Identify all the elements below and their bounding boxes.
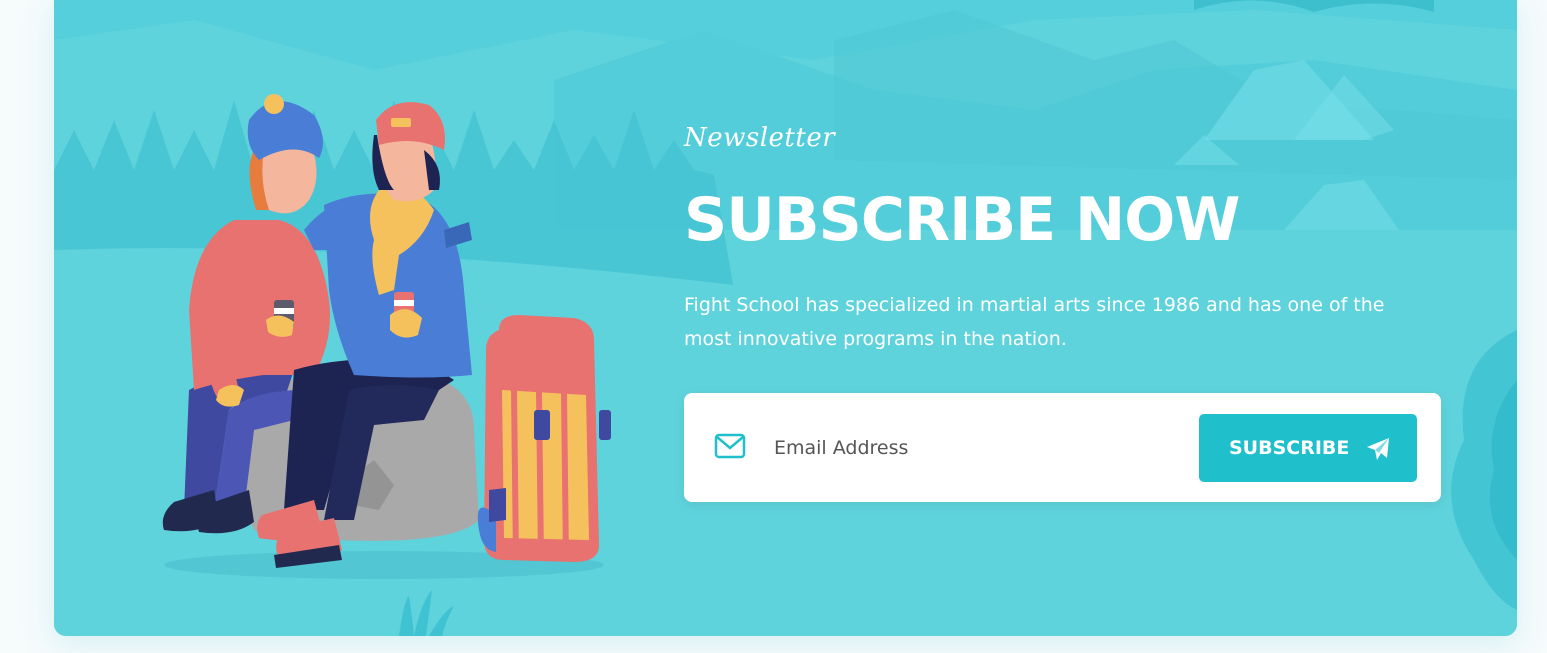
subscribe-button-label: SUBSCRIBE	[1229, 437, 1350, 459]
mail-icon	[714, 433, 746, 459]
subscribe-form: SUBSCRIBE	[684, 393, 1441, 502]
newsletter-section: Newsletter SUBSCRIBE NOW Fight School ha…	[54, 0, 1517, 636]
hikers-illustration	[162, 94, 611, 579]
newsletter-content: Newsletter SUBSCRIBE NOW Fight School ha…	[684, 118, 1444, 356]
section-title: SUBSCRIBE NOW	[684, 185, 1240, 255]
section-description: Fight School has specialized in martial …	[684, 294, 1385, 350]
subscribe-button[interactable]: SUBSCRIBE	[1199, 414, 1417, 482]
section-eyebrow: Newsletter	[684, 123, 836, 153]
send-icon	[1367, 438, 1389, 460]
email-input[interactable]	[772, 423, 1176, 473]
